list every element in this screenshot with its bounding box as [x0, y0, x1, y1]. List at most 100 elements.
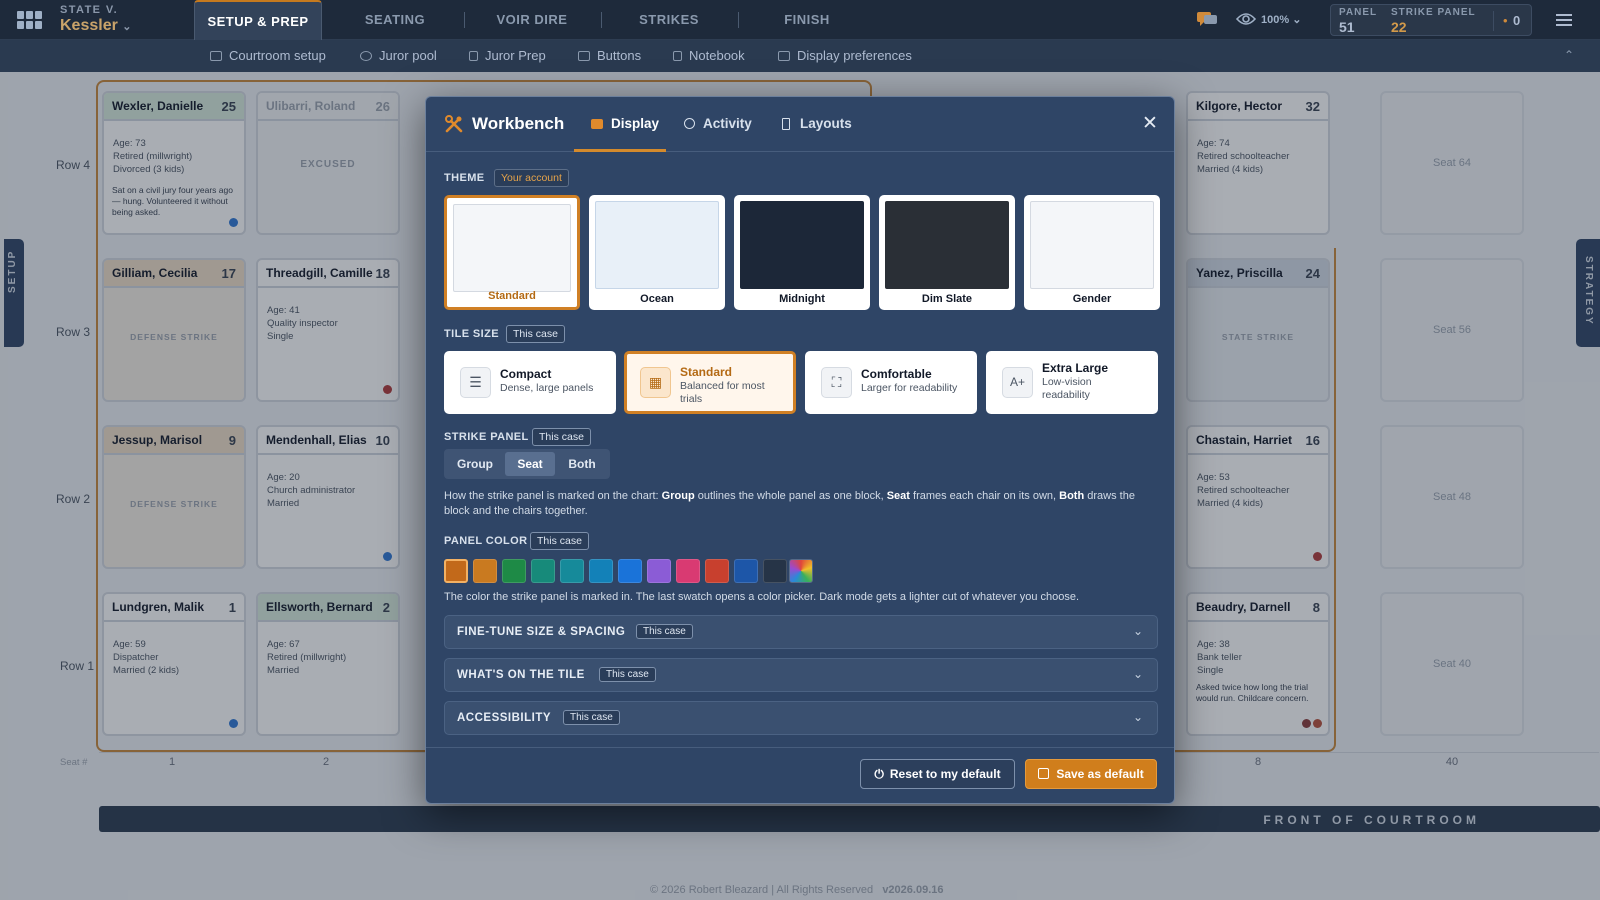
panel-color-description: The color the strike panel is marked in.… [444, 591, 1080, 603]
theme-dim-slate[interactable]: Dim Slate [879, 195, 1015, 310]
panel-color-label: PANEL COLOR [444, 535, 528, 547]
text-size-icon: A+ [1002, 367, 1033, 398]
strike-panel-label: STRIKE PANEL [444, 431, 529, 443]
color-swatch[interactable] [531, 559, 555, 583]
scope-badge: This case [532, 428, 591, 446]
tab-divider [464, 12, 465, 28]
scope-badge: This case [530, 532, 589, 550]
theme-gender[interactable]: Gender [1024, 195, 1160, 310]
document-icon [469, 51, 478, 61]
strike-option-seat[interactable]: Seat [505, 452, 555, 476]
modal-header: Workbench Display Activity Layouts ✕ [426, 97, 1174, 152]
subnav-display-preferences[interactable]: Display preferences [778, 40, 912, 72]
strike-panel-label: STRIKE PANEL [1391, 7, 1476, 18]
color-swatch[interactable] [618, 559, 642, 583]
bookmark-icon [782, 118, 790, 130]
subnav-juror-prep[interactable]: Juror Prep [469, 40, 546, 72]
color-swatch[interactable] [444, 559, 468, 583]
scope-badge: Your account [494, 169, 569, 187]
chevron-down-icon: ⌄ [1132, 710, 1143, 724]
tab-divider [601, 12, 602, 28]
case-name[interactable]: Kessler ⌄ [60, 17, 132, 35]
notebook-icon [673, 51, 682, 61]
chevron-down-icon: ⌄ [1132, 667, 1143, 681]
tile-size-extra-large[interactable]: A+ Extra Large Low-vision readability [986, 351, 1158, 414]
chat-icon[interactable] [1196, 10, 1218, 28]
tile-size-compact[interactable]: ☰ Compact Dense, large panels [444, 351, 616, 414]
subnav-courtroom-setup[interactable]: Courtroom setup [210, 40, 326, 72]
history-icon [684, 118, 695, 129]
alert-count: 0 [1513, 13, 1521, 28]
save-as-default-button[interactable]: Save as default [1025, 759, 1157, 789]
zoom-level[interactable]: 100% ⌄ [1261, 13, 1301, 26]
reset-to-default-button[interactable]: ⏻ Reset to my default [860, 759, 1015, 789]
modal-title: Workbench [472, 114, 565, 133]
tile-size-label: TILE SIZE [444, 328, 499, 340]
power-icon: ⏻ [874, 767, 884, 781]
list-icon: ☰ [460, 367, 491, 398]
color-picker-swatch[interactable] [789, 559, 813, 583]
close-icon[interactable]: ✕ [1142, 112, 1158, 135]
strike-panel-description: How the strike panel is marked on the ch… [444, 490, 1135, 517]
expand-icon: ⛶ [821, 367, 852, 398]
chevron-down-icon: ⌄ [122, 21, 132, 33]
case-prefix: STATE V. [60, 4, 119, 16]
tile-size-standard[interactable]: ▦ Standard Balanced for most trials [624, 351, 796, 414]
color-swatch[interactable] [676, 559, 700, 583]
color-swatch[interactable] [589, 559, 613, 583]
theme-preview [453, 204, 571, 292]
tools-icon [444, 114, 464, 134]
menu-icon[interactable] [1556, 14, 1572, 26]
theme-preview [595, 201, 719, 289]
top-bar: STATE V. Kessler ⌄ SETUP & PREP SEATING … [0, 0, 1600, 40]
theme-ocean[interactable]: Ocean [589, 195, 725, 310]
panel-value: 51 [1339, 19, 1355, 35]
color-swatch[interactable] [763, 559, 787, 583]
theme-preview [740, 201, 864, 289]
panel-label: PANEL [1339, 7, 1378, 18]
color-swatch[interactable] [647, 559, 671, 583]
strike-option-both[interactable]: Both [557, 452, 607, 476]
eye-icon[interactable] [1235, 11, 1257, 27]
display-icon [778, 51, 790, 61]
tab-setup-prep[interactable]: SETUP & PREP [194, 0, 322, 40]
scope-badge: This case [563, 710, 620, 725]
tab-seating[interactable]: SEATING [340, 0, 450, 40]
chevron-down-icon: ⌄ [1132, 624, 1143, 638]
theme-preview [1030, 201, 1154, 289]
scope-badge: This case [636, 624, 693, 639]
tab-display[interactable]: Display [591, 116, 659, 131]
tile-size-comfortable[interactable]: ⛶ Comfortable Larger for readability [805, 351, 977, 414]
tab-layouts[interactable]: Layouts [782, 116, 852, 131]
theme-preview [885, 201, 1009, 289]
tab-strikes[interactable]: STRIKES [614, 0, 724, 40]
tab-voir-dire[interactable]: VOIR DIRE [478, 0, 586, 40]
color-swatch[interactable] [473, 559, 497, 583]
color-swatch[interactable] [560, 559, 584, 583]
panel-counter: PANEL 51 STRIKE PANEL 22 • 0 [1330, 4, 1532, 36]
strike-panel-value: 22 [1391, 19, 1407, 35]
tab-finish[interactable]: FINISH [752, 0, 862, 40]
accordion-accessibility[interactable]: ACCESSIBILITY This case ⌄ [444, 701, 1158, 735]
color-swatch[interactable] [734, 559, 758, 583]
accordion-whats-on-tile[interactable]: WHAT'S ON THE TILE This case ⌄ [444, 658, 1158, 692]
color-swatch[interactable] [705, 559, 729, 583]
theme-midnight[interactable]: Midnight [734, 195, 870, 310]
divider [1493, 11, 1494, 31]
grid-icon: ▦ [640, 367, 671, 398]
color-swatch[interactable] [502, 559, 526, 583]
person-icon [360, 51, 372, 61]
collapse-icon[interactable]: ⌃ [1564, 48, 1574, 62]
sliders-icon [210, 51, 222, 61]
subnav-notebook[interactable]: Notebook [673, 40, 745, 72]
subnav-juror-pool[interactable]: Juror pool [360, 40, 437, 72]
theme-label: THEME [444, 172, 485, 184]
accordion-fine-tune[interactable]: FINE-TUNE SIZE & SPACING This case ⌄ [444, 615, 1158, 649]
theme-standard[interactable]: Standard [444, 195, 580, 310]
tab-divider [738, 12, 739, 28]
display-icon [591, 119, 603, 129]
subnav-buttons[interactable]: Buttons [578, 40, 641, 72]
strike-option-group[interactable]: Group [447, 452, 503, 476]
apps-grid-icon[interactable] [17, 11, 43, 29]
tab-activity[interactable]: Activity [684, 116, 752, 131]
